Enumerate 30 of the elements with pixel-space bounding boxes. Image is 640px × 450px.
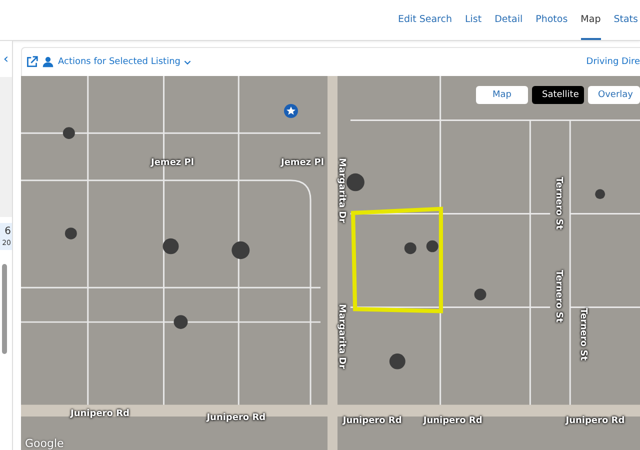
street-label: Junipero Rd	[70, 408, 130, 419]
nav-tab[interactable]: Map	[580, 0, 601, 40]
driving-directions-link[interactable]: Driving Dire	[586, 57, 640, 67]
street-label: Margarita Dr	[336, 158, 347, 224]
caret-icon	[184, 60, 190, 64]
nav-tab[interactable]: Photos	[536, 0, 568, 40]
street-label: Margarita Dr	[336, 304, 347, 370]
street-label: Junipero Rd	[566, 416, 625, 426]
nav-tab[interactable]: List	[465, 0, 482, 40]
actions-dropdown[interactable]: Actions for Selected Listing	[58, 57, 190, 67]
street-label: Junipero Rd	[423, 416, 482, 426]
external-link-icon[interactable]	[26, 56, 38, 68]
star-marker-icon[interactable]	[284, 104, 298, 118]
street-label: Ternero St	[553, 270, 564, 324]
street-label: Jemez Pl	[280, 158, 324, 168]
map-type-button[interactable]: Satellite	[532, 86, 584, 104]
street-label: Ternero St	[578, 308, 588, 360]
map-type-button[interactable]: Overlay	[588, 86, 640, 104]
map-attribution: Google	[25, 437, 64, 450]
street-label: Junipero Rd	[342, 416, 402, 426]
collapse-button[interactable]: ‹	[0, 41, 12, 77]
person-icon[interactable]	[42, 56, 54, 68]
street-label: Junipero Rd	[206, 412, 266, 423]
nav-tab[interactable]: Stats	[614, 0, 638, 40]
selected-parcel-outline[interactable]	[351, 206, 443, 314]
map-type-button[interactable]: Map	[476, 86, 528, 104]
nav-tab[interactable]: Edit Search	[398, 0, 452, 40]
count-text: 6	[4, 226, 11, 237]
nav-tab[interactable]: Detail	[494, 0, 523, 40]
street-label: Ternero St	[553, 176, 564, 230]
